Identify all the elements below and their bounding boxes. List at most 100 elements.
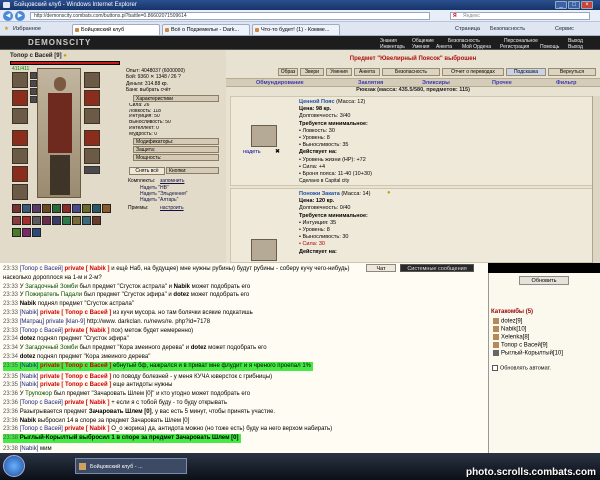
chat-author[interactable]: [Топор с Васей] [20, 266, 65, 272]
slot-ring-1[interactable] [30, 88, 37, 95]
chat-author[interactable]: [Nabik] [20, 374, 40, 380]
user-list-item[interactable]: Рыглый-Корылтый[10] [493, 350, 563, 357]
back-button[interactable]: ◀ [3, 11, 13, 21]
slot-belt[interactable] [12, 148, 28, 164]
effect-icon[interactable] [12, 216, 21, 225]
effect-icon[interactable] [102, 204, 111, 213]
sets-remember-link[interactable]: запомнить [160, 178, 184, 184]
stat-bank[interactable]: Банк: выбрать счёт [126, 87, 221, 93]
chat-private-target[interactable]: private [ Топор с Васей ] [40, 374, 111, 380]
effect-icon[interactable] [42, 216, 51, 225]
chat-author[interactable]: [Топор с Васей] [20, 400, 65, 406]
profile-button[interactable]: Анкета [354, 68, 380, 76]
chat-author[interactable]: [Nabik] [20, 363, 40, 369]
drop-icon[interactable]: ✖ [275, 148, 280, 155]
start-button[interactable] [3, 455, 25, 477]
info-icon[interactable]: ● [63, 53, 67, 59]
slot-shield[interactable] [84, 90, 100, 106]
tab-elixirs[interactable]: Эликсиры [422, 80, 450, 86]
chat-author[interactable]: [Nabik] [20, 310, 40, 316]
effect-icon[interactable] [82, 216, 91, 225]
effect-icon[interactable] [52, 204, 61, 213]
kit-altar-link[interactable]: Надеть "Алтарь" [140, 197, 178, 203]
inventory-scrollbar[interactable] [592, 96, 600, 263]
security-menu[interactable]: Безопасность [490, 25, 525, 33]
chat-private-target[interactable]: private [ Топор с Васей ] [40, 310, 111, 316]
slot-helmet[interactable] [12, 72, 28, 88]
slot-gloves[interactable] [84, 72, 100, 88]
slot-off-hand[interactable] [84, 108, 100, 124]
slot-amulet[interactable] [30, 80, 37, 87]
system-messages-tab[interactable]: Системные сообщения [400, 264, 474, 272]
modifiers-toggle[interactable]: Модификаторы: [133, 138, 219, 145]
buttons-toggle[interactable]: Кнопки: [166, 167, 219, 174]
favorites-button[interactable]: Избранное [13, 25, 41, 33]
slot-weapon[interactable] [12, 108, 28, 124]
favorites-star-icon[interactable]: ★ [4, 25, 9, 33]
slot-rune[interactable] [84, 166, 100, 174]
effect-icon[interactable] [52, 216, 61, 225]
chat-tab[interactable]: Чат [366, 264, 396, 272]
taskbar-app-button[interactable]: Бойцовский клуб - ... [75, 458, 187, 474]
protection-toggle[interactable]: Защита: [133, 146, 219, 153]
chat-private-target[interactable]: private [ Nabik ] [65, 266, 110, 272]
auto-refresh-checkbox[interactable]: Обновлять автомат. [492, 365, 551, 371]
effect-icon[interactable] [42, 204, 51, 213]
characteristics-toggle[interactable]: Характеристики [133, 95, 219, 102]
hint-button[interactable]: Подсказка [506, 68, 546, 76]
chat-author[interactable]: [Nabik] [20, 446, 40, 452]
item-name[interactable]: Поножи Заката [299, 191, 340, 197]
url-field[interactable]: http://demonscity.combats.com/buttons.pl… [30, 12, 430, 20]
maximize-button[interactable]: □ [568, 1, 580, 9]
chat-private-target[interactable]: private [ Nabik ] [65, 328, 110, 334]
minimize-button[interactable]: _ [555, 1, 567, 9]
tab-other[interactable]: Прочее [492, 80, 512, 86]
user-list-item[interactable]: Nabik[10] [493, 326, 526, 333]
browser-tab-3[interactable]: Что-то будет! (1) - Комме... [252, 24, 340, 35]
chat-private-target[interactable]: private [ Топор с Васей ] [40, 382, 111, 388]
user-list-item[interactable]: Топор с Васей[9] [493, 342, 548, 349]
chat-author[interactable]: [Nabik] [20, 382, 40, 388]
forward-button[interactable]: ▶ [15, 11, 25, 21]
effect-icon[interactable] [72, 204, 81, 213]
search-input[interactable]: Я Яндекс [450, 12, 590, 20]
slot-leggings[interactable] [84, 130, 100, 146]
effect-icon[interactable] [22, 228, 31, 237]
effect-icon[interactable] [32, 228, 41, 237]
slot-boots[interactable] [84, 148, 100, 164]
slot-pocket[interactable] [12, 166, 28, 182]
slot-ring-2[interactable] [30, 96, 37, 103]
image-button[interactable]: Образ [278, 68, 298, 76]
user-list-item[interactable]: Xelenka[8] [493, 334, 529, 341]
browser-tab-1[interactable]: Бойцовский клуб [72, 24, 160, 35]
slot-armor[interactable] [12, 130, 28, 146]
chat-author[interactable]: [Топор с Васей] [20, 426, 65, 432]
effect-icon[interactable] [62, 216, 71, 225]
tab-spells[interactable]: Заклятия [358, 80, 383, 86]
transfer-report-button[interactable]: Отчет о переводах [442, 68, 504, 76]
effect-icon[interactable] [62, 204, 71, 213]
chat-private-target[interactable]: private [ Топор с Васей ] [40, 363, 111, 369]
return-button[interactable]: Вернуться [548, 68, 596, 76]
tools-menu[interactable]: Сервис [555, 25, 574, 33]
skills-button[interactable]: Умения [326, 68, 352, 76]
security-button[interactable]: Безопасность [382, 68, 440, 76]
user-list-item[interactable]: dotez[9] [493, 318, 522, 325]
effect-icon[interactable] [22, 204, 31, 213]
effect-icon[interactable] [12, 204, 21, 213]
slot-bracers[interactable] [12, 90, 28, 106]
effect-icon[interactable] [32, 204, 41, 213]
close-button[interactable]: × [581, 1, 593, 9]
slot-pocket-2[interactable] [12, 184, 28, 200]
effect-icon[interactable] [82, 204, 91, 213]
chat-private-target[interactable]: private [ Nabik ] [65, 426, 110, 432]
page-menu[interactable]: Страница [455, 25, 480, 33]
chat-author[interactable]: [Топор с Васей] [20, 328, 65, 334]
effect-icon[interactable] [22, 216, 31, 225]
slot-earring[interactable] [30, 72, 37, 79]
refresh-button[interactable]: Обновить [519, 276, 569, 285]
effect-icon[interactable] [92, 216, 101, 225]
effect-icon[interactable] [32, 216, 41, 225]
pets-button[interactable]: Звери [300, 68, 324, 76]
take-off-all-button[interactable]: Снять всё [129, 167, 165, 175]
